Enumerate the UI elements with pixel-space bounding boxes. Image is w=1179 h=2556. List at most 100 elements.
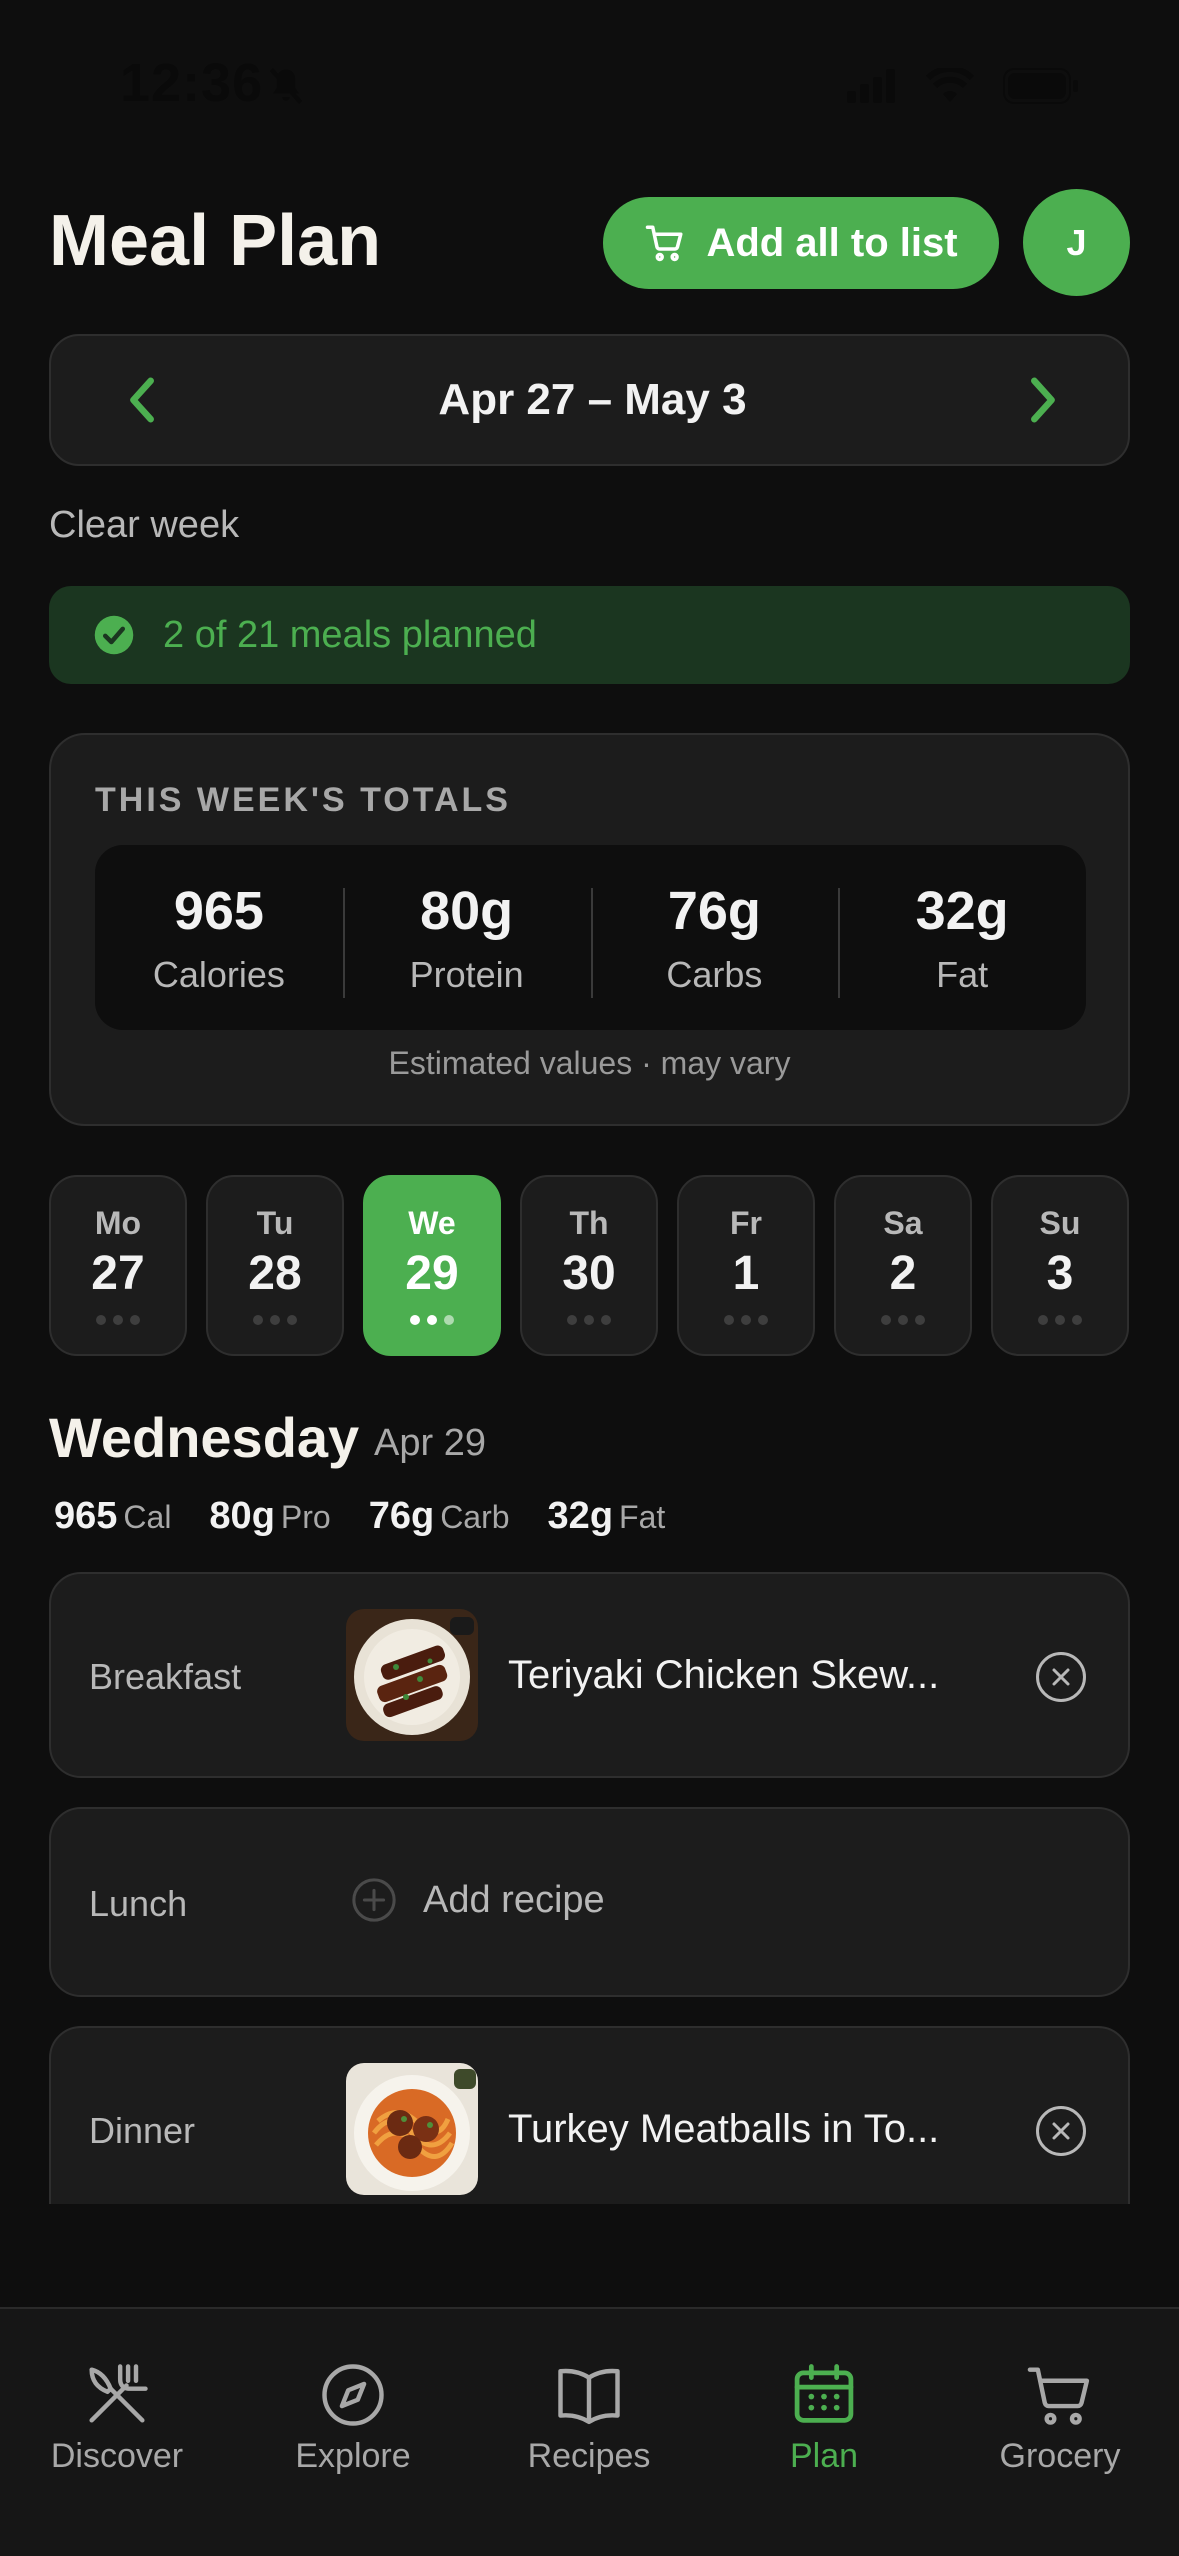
day-chip-fr[interactable]: Fr 1	[677, 1175, 815, 1356]
day-abbr: Mo	[94, 1205, 142, 1241]
remove-dinner-button[interactable]	[1036, 2106, 1086, 2156]
previous-week-button[interactable]	[113, 370, 173, 430]
tab-label: Plan	[789, 2437, 859, 2475]
total-protein: 80g Protein	[342, 880, 591, 998]
day-chip-tu[interactable]: Tu 28	[206, 1175, 344, 1356]
plus-circle-icon	[352, 1878, 396, 1922]
day-number: 1	[732, 1247, 760, 1300]
turkey-meatballs-spaghetti-photo	[346, 2063, 478, 2195]
selected-day-title: Wednesday	[49, 1406, 360, 1469]
status-time: 12:36	[120, 53, 264, 113]
total-label: Carbs	[666, 953, 763, 995]
cart-icon	[1027, 2367, 1090, 2425]
day-chip-we[interactable]: We 29	[363, 1175, 501, 1356]
meal-dots	[881, 1315, 925, 1325]
day-chip-su[interactable]: Su 3	[991, 1175, 1129, 1356]
total-value: 32g	[915, 880, 1009, 941]
meal-list: Breakfast Teriyaki Chicken Skew... Lunch	[0, 1570, 1179, 2204]
macro-value: 76g	[368, 1495, 435, 1537]
compass-icon	[322, 2364, 384, 2426]
chevron-left-icon	[130, 377, 154, 423]
day-abbr: Sa	[883, 1205, 923, 1241]
meal-dots	[567, 1315, 611, 1325]
macro-label: Pro	[280, 1499, 331, 1535]
macro-calories: 965 Cal	[54, 1495, 171, 1538]
clear-week-link[interactable]: Clear week	[49, 504, 239, 547]
day-macros: 965 Cal 80g Pro 76g Carb 32g Fat	[54, 1495, 665, 1538]
day-number: 27	[91, 1247, 145, 1300]
meal-slot-label: Dinner	[89, 2110, 196, 2151]
macro-fat: 32g Fat	[548, 1495, 666, 1538]
tab-label: Discover	[50, 2437, 184, 2475]
tab-explore[interactable]: Explore	[253, 2357, 453, 2476]
meal-slot-label: Breakfast	[89, 1656, 242, 1697]
day-number: 29	[405, 1247, 459, 1300]
totals-note: Estimated values · may vary	[388, 1045, 791, 1081]
week-navigator: Apr 27 – May 3	[49, 334, 1130, 466]
tab-grocery[interactable]: Grocery	[960, 2357, 1160, 2476]
day-abbr: Fr	[730, 1205, 762, 1241]
check-circle-icon	[94, 615, 134, 655]
add-all-to-list-button[interactable]: Add all to list	[603, 197, 999, 289]
total-carbs: 76g Carbs	[590, 880, 839, 998]
silent-bell-icon	[269, 68, 303, 104]
meal-card-dinner[interactable]: Dinner Turkey Meatballs in To...	[49, 2026, 1130, 2204]
macro-value: 965	[54, 1495, 118, 1537]
user-avatar[interactable]: J	[1023, 189, 1130, 296]
total-value: 965	[173, 880, 264, 941]
meal-card-lunch[interactable]: Lunch Add recipe	[49, 1807, 1130, 1997]
meals-planned-text: 2 of 21 meals planned	[163, 613, 537, 656]
next-week-button[interactable]	[1012, 370, 1072, 430]
meal-dots	[1038, 1315, 1082, 1325]
day-selector: Mo 27 Tu 28 We 29 Th 30 Fr 1 Sa 2 Su 3	[49, 1175, 1130, 1356]
remove-breakfast-button[interactable]	[1036, 1652, 1086, 1702]
close-icon	[1052, 2122, 1070, 2140]
meal-card-breakfast[interactable]: Breakfast Teriyaki Chicken Skew...	[49, 1572, 1130, 1778]
total-label: Calories	[152, 953, 285, 995]
meal-slot-label: Lunch	[89, 1883, 188, 1924]
total-value: 80g	[420, 880, 514, 941]
teriyaki-chicken-skewers-photo	[346, 1609, 478, 1741]
add-recipe-button[interactable]: Add recipe	[351, 1877, 605, 1923]
macro-label: Fat	[619, 1499, 666, 1535]
totals-heading: THIS WEEK'S TOTALS	[95, 781, 511, 819]
cart-icon	[646, 225, 683, 262]
macro-label: Carb	[440, 1499, 510, 1535]
total-value: 76g	[667, 880, 761, 941]
selected-day-date: Apr 29	[374, 1422, 486, 1464]
add-all-to-list-label: Add all to list	[706, 220, 958, 265]
day-number: 3	[1046, 1247, 1074, 1300]
meal-recipe-name: Turkey Meatballs in To...	[508, 2107, 940, 2151]
tab-plan[interactable]: Plan	[724, 2357, 924, 2476]
page-title: Meal Plan	[49, 201, 382, 281]
meal-recipe-name: Teriyaki Chicken Skew...	[508, 1653, 940, 1697]
day-chip-sa[interactable]: Sa 2	[834, 1175, 972, 1356]
day-number: 28	[248, 1247, 302, 1300]
macro-value: 32g	[547, 1495, 614, 1537]
total-calories: 965 Calories	[95, 880, 343, 996]
day-chip-mo[interactable]: Mo 27	[49, 1175, 187, 1356]
cellular-signal-icon	[847, 69, 895, 103]
day-abbr: Th	[569, 1205, 609, 1241]
week-totals-card: THIS WEEK'S TOTALS 965 Calories 80g Prot…	[49, 733, 1130, 1126]
add-recipe-label: Add recipe	[423, 1878, 605, 1921]
day-chip-th[interactable]: Th 30	[520, 1175, 658, 1356]
calendar-icon	[794, 2364, 854, 2423]
close-icon	[1052, 1668, 1070, 1686]
total-label: Protein	[409, 953, 524, 995]
bottom-tab-bar: Discover Explore Recipes Plan Grocery	[0, 2307, 1179, 2556]
meal-dots	[410, 1315, 454, 1325]
macro-value: 80g	[209, 1495, 275, 1537]
tab-label: Grocery	[999, 2437, 1121, 2475]
tab-recipes[interactable]: Recipes	[489, 2357, 689, 2476]
total-fat: 32g Fat	[838, 880, 1086, 998]
week-range-label: Apr 27 – May 3	[438, 375, 747, 424]
meal-dots	[253, 1315, 297, 1325]
tab-label: Recipes	[527, 2437, 651, 2475]
tab-label: Explore	[295, 2437, 411, 2475]
meal-dots	[96, 1315, 140, 1325]
fork-knife-icon	[89, 2364, 148, 2423]
chevron-right-icon	[1031, 377, 1055, 423]
tab-discover[interactable]: Discover	[17, 2357, 217, 2476]
wifi-icon	[925, 68, 975, 102]
